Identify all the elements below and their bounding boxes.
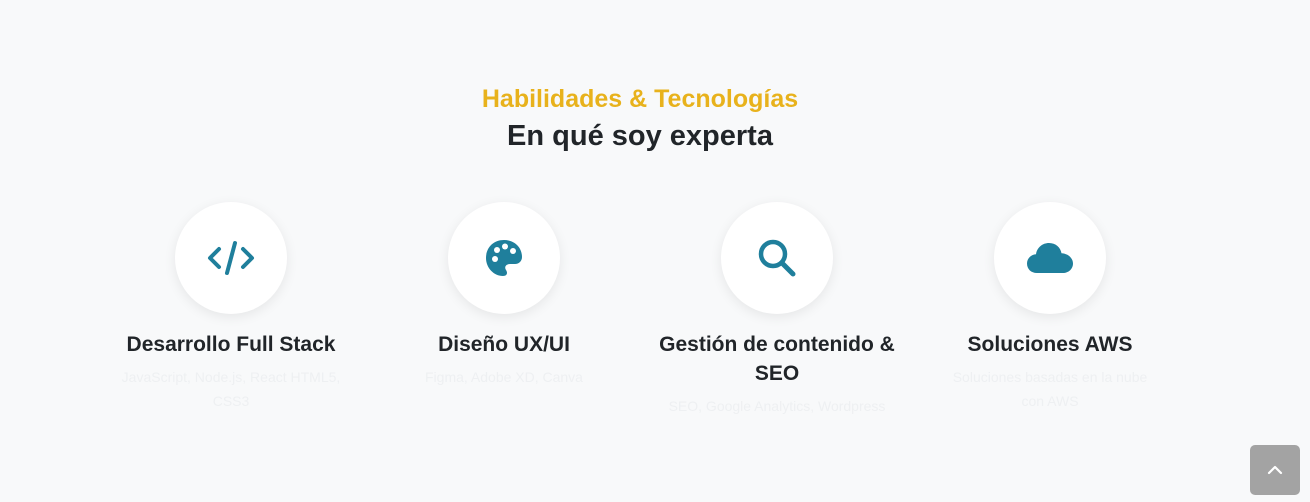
skill-title: Soluciones AWS [967,333,1133,356]
skill-card-aws: Soluciones AWS Soluciones basadas en la … [925,202,1175,413]
skill-title: Desarrollo Full Stack [126,333,336,356]
skill-description: Soluciones basadas en la nube con AWS [952,369,1148,409]
back-to-top-button[interactable] [1250,445,1300,495]
skill-title: Gestión de contenido & SEO [659,333,895,385]
skill-icon-circle [721,202,833,314]
skill-description: SEO, Google Analytics, Wordpress [668,398,886,414]
skills-section: Habilidades & Tecnologías En qué soy exp… [0,0,1310,502]
chevron-up-icon [1267,465,1283,475]
section-subtitle: Habilidades & Tecnologías [481,85,799,113]
skill-icon-circle [994,202,1106,314]
skill-card-fullstack: Desarrollo Full Stack JavaScript, Node.j… [106,202,356,413]
section-title: En qué soy experta [507,120,773,152]
palette-icon [486,240,522,276]
skill-card-design: Diseño UX/UI Figma, Adobe XD, Canva [379,202,629,389]
skill-description: Figma, Adobe XD, Canva [425,369,583,385]
skill-description: JavaScript, Node.js, React HTML5, CSS3 [121,369,341,409]
skill-card-seo: Gestión de contenido & SEO SEO, Google A… [652,202,902,418]
code-icon [208,241,254,275]
skill-icon-circle [448,202,560,314]
skill-title: Diseño UX/UI [438,333,570,356]
cloud-icon [1027,243,1073,273]
skill-icon-circle [175,202,287,314]
search-icon [758,239,796,277]
